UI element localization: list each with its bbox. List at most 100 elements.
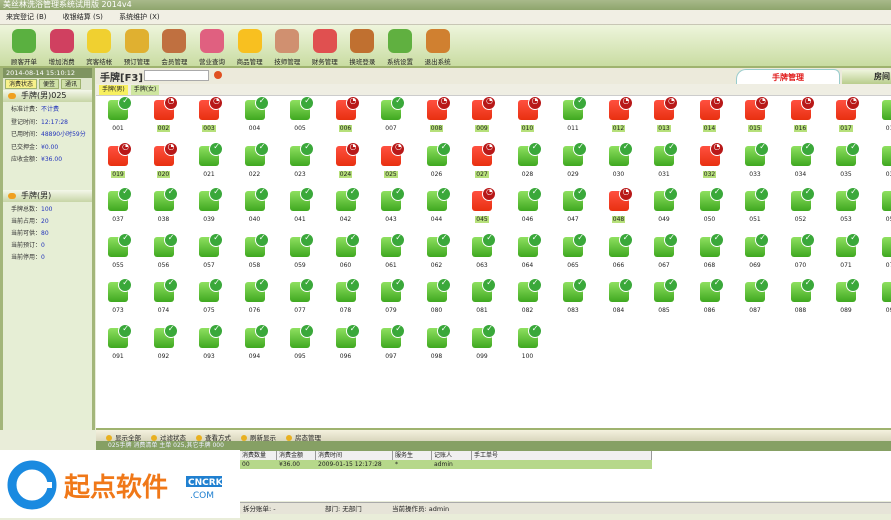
card-028[interactable]: ✓028 — [508, 146, 548, 178]
card-033[interactable]: ✓033 — [735, 146, 775, 178]
card-094[interactable]: ✓094 — [235, 328, 275, 360]
column-header[interactable]: 消费时间 — [316, 451, 393, 460]
card-070[interactable]: ✓070 — [781, 237, 821, 269]
card-046[interactable]: ✓046 — [508, 191, 548, 223]
card-057[interactable]: ✓057 — [189, 237, 229, 269]
card-058[interactable]: ✓058 — [235, 237, 275, 269]
card-084[interactable]: ✓084 — [599, 282, 639, 314]
card-059[interactable]: ✓059 — [280, 237, 320, 269]
card-031[interactable]: ✓031 — [644, 146, 684, 178]
card-025[interactable]: ◔025 — [371, 146, 411, 178]
card-056[interactable]: ✓056 — [144, 237, 184, 269]
card-015[interactable]: ◔015 — [735, 100, 775, 132]
tab-male[interactable]: 手牌(男) — [99, 85, 128, 95]
card-010[interactable]: ◔010 — [508, 100, 548, 132]
toolbar-button[interactable]: 宾客结帐 — [81, 27, 117, 66]
card-048[interactable]: ◔048 — [599, 191, 639, 223]
card-098[interactable]: ✓098 — [417, 328, 457, 360]
tab-rooms[interactable]: 房间 — [842, 70, 891, 84]
card-089[interactable]: ✓089 — [826, 282, 866, 314]
toolbar-button[interactable]: 财务管理 — [307, 27, 343, 66]
card-024[interactable]: ◔024 — [326, 146, 366, 178]
card-013[interactable]: ◔013 — [644, 100, 684, 132]
card-034[interactable]: ✓034 — [781, 146, 821, 178]
card-019[interactable]: ◔019 — [98, 146, 138, 178]
toolbar-button[interactable]: 增加消费 — [44, 27, 80, 66]
card-081[interactable]: ✓081 — [462, 282, 502, 314]
card-008[interactable]: ◔008 — [417, 100, 457, 132]
card-053[interactable]: ✓053 — [826, 191, 866, 223]
card-037[interactable]: ✓037 — [98, 191, 138, 223]
card-100[interactable]: ✓100 — [508, 328, 548, 360]
card-079[interactable]: ✓079 — [371, 282, 411, 314]
card-082[interactable]: ✓082 — [508, 282, 548, 314]
toolbar-button[interactable]: 技师管理 — [269, 27, 305, 66]
card-064[interactable]: ✓064 — [508, 237, 548, 269]
card-069[interactable]: ✓069 — [735, 237, 775, 269]
card-045[interactable]: ◔045 — [462, 191, 502, 223]
card-068[interactable]: ✓068 — [690, 237, 730, 269]
column-header[interactable]: 服务生 — [393, 451, 432, 460]
card-091[interactable]: ✓091 — [98, 328, 138, 360]
toolbar-button[interactable]: 退出系统 — [420, 27, 456, 66]
card-077[interactable]: ✓077 — [280, 282, 320, 314]
column-header[interactable]: 记账人 — [432, 451, 472, 460]
card-071[interactable]: ✓071 — [826, 237, 866, 269]
card-039[interactable]: ✓039 — [189, 191, 229, 223]
tab-comm[interactable]: 通讯 — [61, 79, 81, 89]
card-036[interactable]: ✓036 — [872, 146, 891, 178]
card-066[interactable]: ✓066 — [599, 237, 639, 269]
card-021[interactable]: ✓021 — [189, 146, 229, 178]
tab-card-management[interactable]: 手牌管理 — [736, 69, 840, 85]
card-055[interactable]: ✓055 — [98, 237, 138, 269]
column-header[interactable]: 消费金额 — [277, 451, 316, 460]
toolbar-button[interactable]: 预订管理 — [119, 27, 155, 66]
card-060[interactable]: ✓060 — [326, 237, 366, 269]
card-017[interactable]: ◔017 — [826, 100, 866, 132]
card-093[interactable]: ✓093 — [189, 328, 229, 360]
menu-system[interactable]: 系统维护 (X) — [119, 13, 159, 21]
card-088[interactable]: ✓088 — [781, 282, 821, 314]
toolbar-button[interactable]: 换班登录 — [344, 27, 380, 66]
card-073[interactable]: ✓073 — [98, 282, 138, 314]
card-044[interactable]: ✓044 — [417, 191, 457, 223]
card-027[interactable]: ◔027 — [462, 146, 502, 178]
card-052[interactable]: ✓052 — [781, 191, 821, 223]
card-003[interactable]: ◔003 — [189, 100, 229, 132]
search-icon[interactable] — [214, 71, 222, 79]
card-014[interactable]: ◔014 — [690, 100, 730, 132]
tab-consume-status[interactable]: 消费状态 — [5, 79, 37, 89]
toolbar-button[interactable]: 营业查询 — [194, 27, 230, 66]
card-061[interactable]: ✓061 — [371, 237, 411, 269]
card-047[interactable]: ✓047 — [553, 191, 593, 223]
card-090[interactable]: ✓090 — [872, 282, 891, 314]
card-030[interactable]: ✓030 — [599, 146, 639, 178]
menu-checkin[interactable]: 来宾登记 (B) — [6, 13, 47, 21]
menu-cashier[interactable]: 收银结算 (S) — [63, 13, 103, 21]
card-050[interactable]: ✓050 — [690, 191, 730, 223]
card-006[interactable]: ◔006 — [326, 100, 366, 132]
card-020[interactable]: ◔020 — [144, 146, 184, 178]
card-092[interactable]: ✓092 — [144, 328, 184, 360]
card-074[interactable]: ✓074 — [144, 282, 184, 314]
card-041[interactable]: ✓041 — [280, 191, 320, 223]
card-018[interactable]: ✓018 — [872, 100, 891, 132]
card-002[interactable]: ◔002 — [144, 100, 184, 132]
card-042[interactable]: ✓042 — [326, 191, 366, 223]
card-009[interactable]: ◔009 — [462, 100, 502, 132]
card-012[interactable]: ◔012 — [599, 100, 639, 132]
card-095[interactable]: ✓095 — [280, 328, 320, 360]
card-007[interactable]: ✓007 — [371, 100, 411, 132]
tab-notes[interactable]: 便签 — [39, 79, 59, 89]
card-001[interactable]: ✓001 — [98, 100, 138, 132]
toolbar-button[interactable]: 会员管理 — [156, 27, 192, 66]
card-072[interactable]: ✓072 — [872, 237, 891, 269]
card-011[interactable]: ✓011 — [553, 100, 593, 132]
card-022[interactable]: ✓022 — [235, 146, 275, 178]
card-054[interactable]: ✓054 — [872, 191, 891, 223]
card-043[interactable]: ✓043 — [371, 191, 411, 223]
card-087[interactable]: ✓087 — [735, 282, 775, 314]
card-023[interactable]: ✓023 — [280, 146, 320, 178]
card-080[interactable]: ✓080 — [417, 282, 457, 314]
card-076[interactable]: ✓076 — [235, 282, 275, 314]
